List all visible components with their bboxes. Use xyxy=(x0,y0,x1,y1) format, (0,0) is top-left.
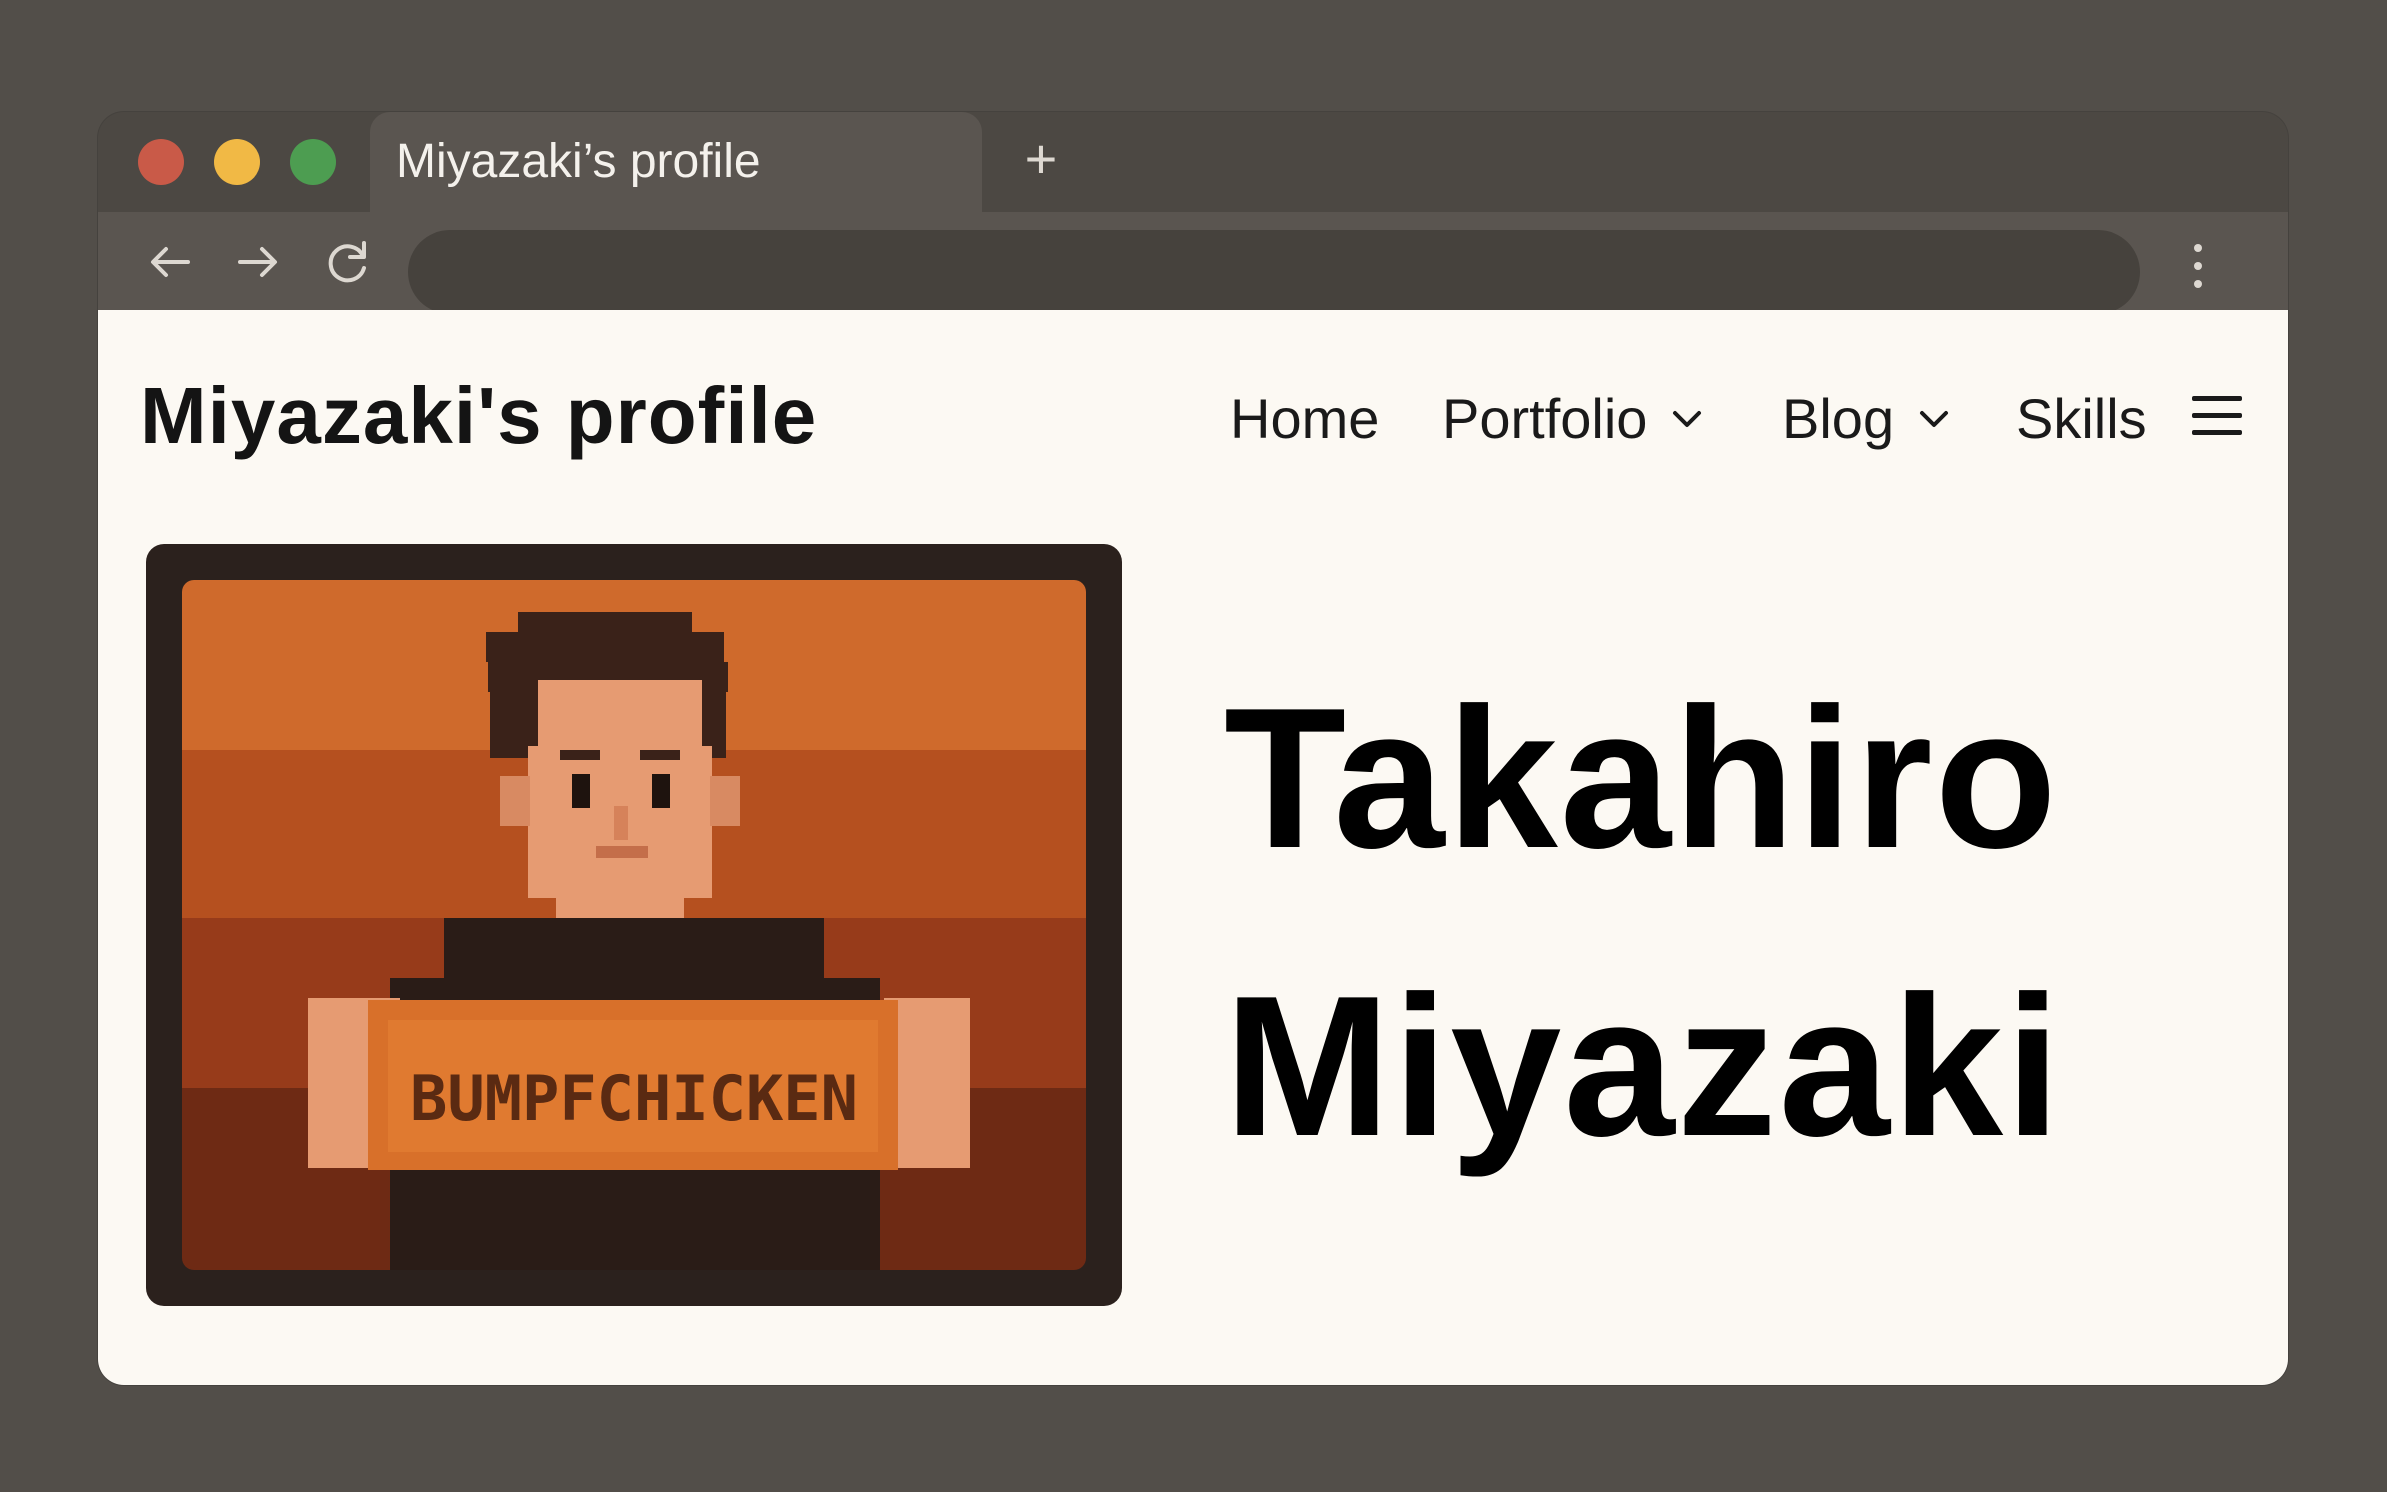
sign-text: BUMPFCHICKEN xyxy=(410,1062,858,1135)
browser-toolbar xyxy=(98,212,2288,314)
nav-item-label: Portfolio xyxy=(1442,387,1648,451)
close-window-button[interactable] xyxy=(138,139,184,185)
kebab-menu-icon[interactable] xyxy=(2178,236,2218,296)
nav-item-skills[interactable]: Skills xyxy=(2016,380,2147,454)
hero-first-name: Takahiro xyxy=(1224,667,2059,890)
nav-item-label: Skills xyxy=(2016,387,2147,451)
nav-item-label: Blog xyxy=(1782,387,1895,451)
browser-tab[interactable]: Miyazaki’s profile xyxy=(370,112,982,212)
back-arrow-icon[interactable] xyxy=(142,234,198,290)
maximize-window-button[interactable] xyxy=(290,139,336,185)
site-title[interactable]: Miyazaki's profile xyxy=(140,370,817,462)
chevron-down-icon xyxy=(1667,399,1707,439)
hamburger-menu-icon[interactable] xyxy=(2192,396,2242,436)
nav-item-home[interactable]: Home xyxy=(1230,380,1379,454)
browser-window: Miyazaki’s profile + Miyazaki's profile … xyxy=(98,112,2288,1385)
profile-image-frame: BUMPFCHICKEN xyxy=(146,544,1122,1306)
minimize-window-button[interactable] xyxy=(214,139,260,185)
nav-item-portfolio[interactable]: Portfolio xyxy=(1442,380,1707,454)
forward-arrow-icon[interactable] xyxy=(230,234,286,290)
page-content: Miyazaki's profile Home Portfolio Blog S… xyxy=(98,310,2288,1385)
nav-item-blog[interactable]: Blog xyxy=(1782,380,1954,454)
browser-titlebar: Miyazaki’s profile + xyxy=(98,112,2288,212)
address-bar[interactable] xyxy=(408,230,2140,314)
chevron-down-icon xyxy=(1914,399,1954,439)
hero-last-name: Miyazaki xyxy=(1224,955,2063,1178)
profile-pixel-portrait: BUMPFCHICKEN xyxy=(182,580,1086,1270)
new-tab-button[interactable]: + xyxy=(1016,124,1066,194)
nav-item-label: Home xyxy=(1230,387,1380,451)
hero-name: Takahiro Miyazaki xyxy=(1224,635,2224,1211)
reload-icon[interactable] xyxy=(320,234,376,290)
tab-title: Miyazaki’s profile xyxy=(396,135,761,188)
